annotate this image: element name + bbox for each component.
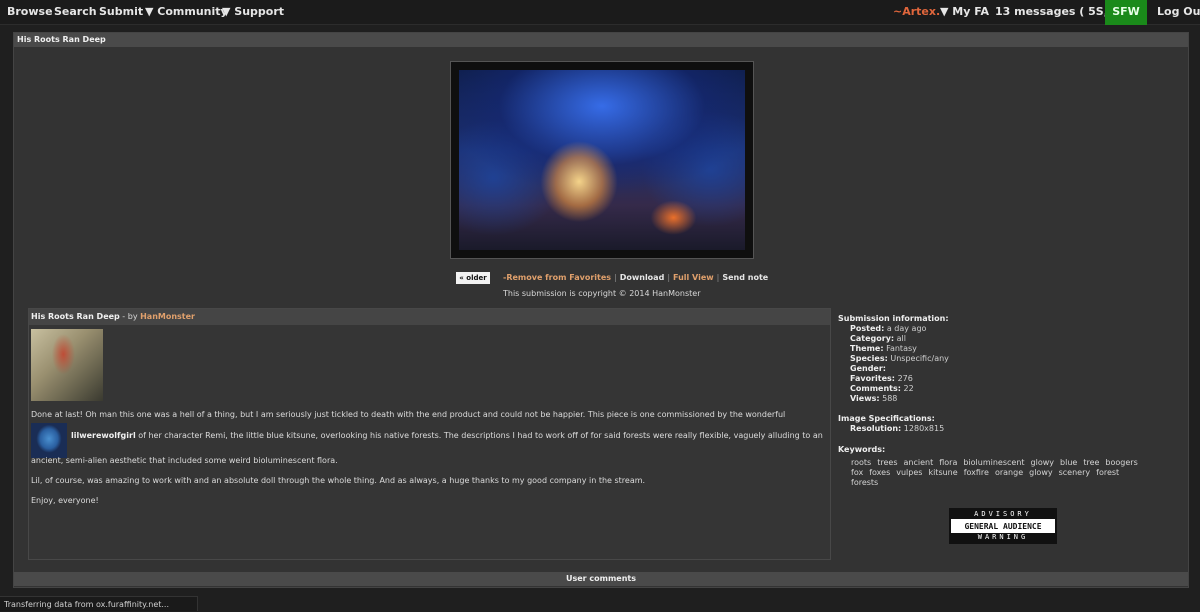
favorites-value: 276 (897, 374, 913, 383)
theme-value: Fantasy (886, 344, 917, 353)
keyword-link[interactable]: flora (939, 458, 957, 467)
views-value: 588 (882, 394, 898, 403)
description-line-2-text: of her character Remi, the little blue k… (135, 431, 823, 440)
comments-value: 22 (903, 384, 914, 393)
keyword-link[interactable]: glowy (1029, 468, 1052, 477)
send-note-link[interactable]: Send note (722, 273, 768, 282)
resolution-row: Resolution: 1280x815 (850, 424, 944, 433)
nav-my-fa[interactable]: ▼ My FA (940, 0, 989, 25)
submission-actions: -Remove from Favorites | Download | Full Vie… (503, 273, 768, 282)
favorites-label: Favorites: (850, 374, 896, 383)
nav-community[interactable]: ▼ Community (145, 0, 228, 25)
image-specs-heading: Image Specifications: (838, 414, 935, 423)
advisory-rating: GENERAL AUDIENCE (964, 522, 1042, 531)
full-view-link[interactable]: Full View (673, 273, 714, 282)
description-line-5: Enjoy, everyone! (31, 496, 99, 505)
older-button[interactable]: « older (456, 272, 490, 284)
favorites-row: Favorites: 276 (850, 374, 913, 383)
by-text: - by (119, 312, 141, 321)
comments-label: Comments: (850, 384, 901, 393)
separator: | (667, 273, 671, 282)
species-row: Species: Unspecific/any (850, 354, 949, 363)
species-label: Species: (850, 354, 888, 363)
keyword-link[interactable]: blue (1060, 458, 1077, 467)
keyword-link[interactable]: boogers (1105, 458, 1137, 467)
gender-label: Gender: (850, 364, 886, 373)
artist-avatar[interactable] (31, 329, 103, 401)
resolution-label: Resolution: (850, 424, 902, 433)
remove-favorites-link[interactable]: -Remove from Favorites (503, 273, 611, 282)
keyword-list: roots trees ancient flora bioluminescent glow… (851, 458, 1169, 488)
page-title: His Roots Ran Deep (14, 33, 1188, 47)
gender-row: Gender: (850, 364, 886, 373)
user-comments-header: User comments (14, 572, 1188, 586)
mention-avatar[interactable] (31, 423, 67, 458)
description-line-4: Lil, of course, was amazing to work with… (31, 476, 646, 485)
keyword-link[interactable]: trees (877, 458, 897, 467)
keywords-heading: Keywords: (838, 445, 886, 454)
theme-row: Theme: Fantasy (850, 344, 917, 353)
keyword-link[interactable]: glowy (1031, 458, 1054, 467)
keyword-link[interactable]: fox (851, 468, 863, 477)
advisory-badge: ADVISORY GENERAL AUDIENCE WARNING (949, 508, 1057, 544)
posted-row: Posted: a day ago (850, 324, 926, 333)
resolution-value: 1280x815 (903, 424, 945, 433)
artwork-frame (450, 61, 754, 259)
description-title: His Roots Ran Deep (31, 312, 120, 321)
mention-user-link[interactable]: lilwerewolfgirl (71, 431, 136, 440)
keyword-link[interactable]: roots (851, 458, 871, 467)
comments-row: Comments: 22 (850, 384, 914, 393)
keyword-link[interactable]: foxes (869, 468, 890, 477)
submission-panel: His Roots Ran Deep « older -Remove from … (13, 32, 1189, 588)
keyword-link[interactable]: forests (851, 478, 878, 487)
views-row: Views: 588 (850, 394, 897, 403)
species-value: Unspecific/any (890, 354, 949, 363)
keyword-link[interactable]: bioluminescent (963, 458, 1024, 467)
nav-logout[interactable]: Log Out (1157, 0, 1200, 25)
artwork-image[interactable] (459, 70, 745, 250)
artist-link[interactable]: HanMonster (140, 312, 195, 321)
copyright-notice: This submission is copyright © 2014 HanM… (503, 289, 701, 298)
nav-browse[interactable]: Browse (7, 0, 53, 25)
posted-value: a day ago (886, 324, 927, 333)
description-line-1: Done at last! Oh man this one was a hell… (31, 410, 786, 419)
submission-info-heading: Submission information: (838, 314, 949, 323)
nav-username[interactable]: ~Artex. (893, 0, 940, 25)
advisory-bottom: WARNING (951, 533, 1055, 542)
sfw-toggle[interactable]: SFW (1105, 0, 1147, 25)
keyword-link[interactable]: tree (1083, 458, 1099, 467)
theme-label: Theme: (850, 344, 884, 353)
posted-label: Posted: (850, 324, 885, 333)
description-line-3: ancient, semi-alien aesthetic that inclu… (31, 456, 338, 465)
advisory-top: ADVISORY (951, 510, 1055, 519)
keyword-link[interactable]: ancient (903, 458, 933, 467)
keyword-link[interactable]: vulpes (896, 468, 922, 477)
keyword-link[interactable]: forest (1096, 468, 1119, 477)
browser-status-bar: Transferring data from ox.furaffinity.ne… (0, 596, 198, 611)
description-header: His Roots Ran Deep - by HanMonster (29, 309, 830, 325)
description-line-2: lilwerewolfgirl of her character Remi, t… (71, 431, 823, 440)
download-link[interactable]: Download (620, 273, 665, 282)
views-label: Views: (850, 394, 880, 403)
top-nav: Browse Search Submit ▼ Community ▼ Suppo… (0, 0, 1200, 25)
separator: | (614, 273, 617, 282)
nav-search[interactable]: Search (54, 0, 97, 25)
category-row: Category: all (850, 334, 906, 343)
keyword-link[interactable]: kitsune (928, 468, 957, 477)
category-value: all (896, 334, 907, 343)
description-box: His Roots Ran Deep - by HanMonster Done … (28, 308, 831, 560)
nav-support[interactable]: ▼ Support (222, 0, 284, 25)
nav-submit[interactable]: Submit (99, 0, 143, 25)
keyword-link[interactable]: scenery (1059, 468, 1091, 477)
category-label: Category: (850, 334, 895, 343)
keyword-link[interactable]: foxfire (964, 468, 989, 477)
keyword-link[interactable]: orange (995, 468, 1023, 477)
